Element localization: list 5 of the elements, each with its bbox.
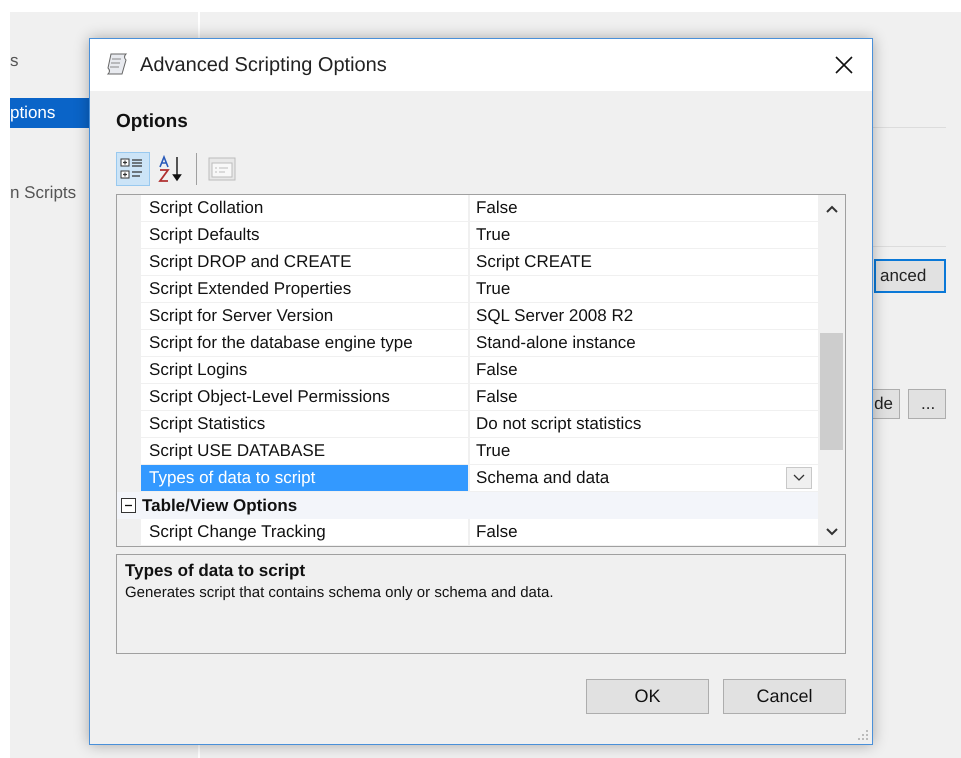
category-name: Table/View Options [142,496,298,516]
description-text: Generates script that contains schema only or schema and data. [125,584,555,601]
window-title: Advanced Scripting Options [140,54,388,76]
description-title: Types of data to script [125,561,306,581]
section-title: Options [116,111,189,134]
